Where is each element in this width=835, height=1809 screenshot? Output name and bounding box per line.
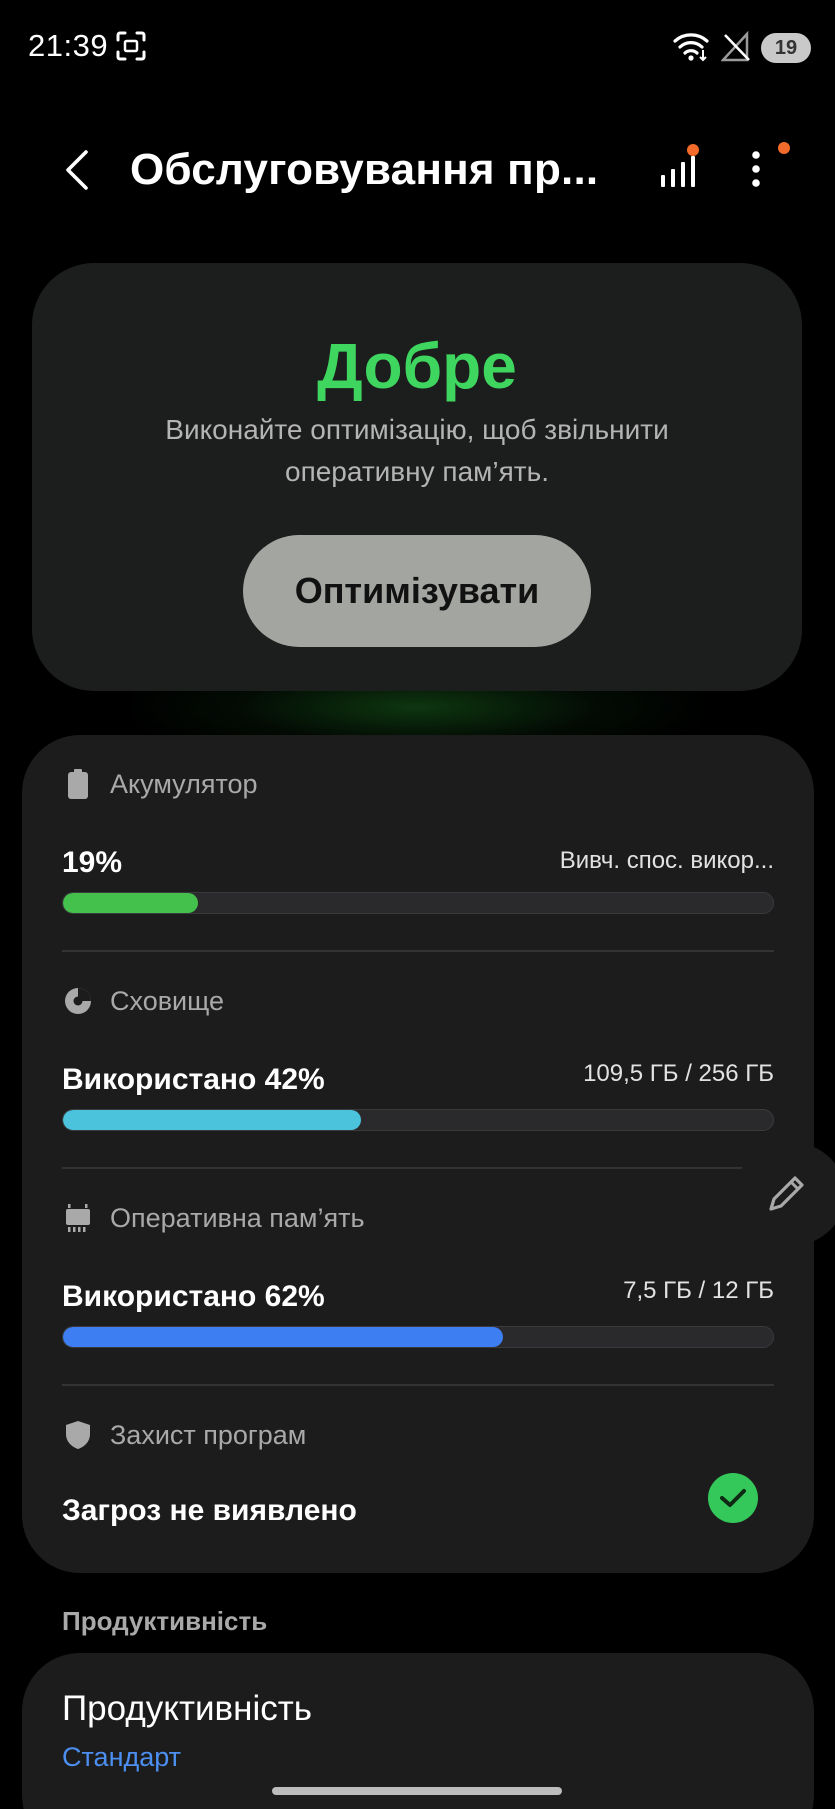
battery-progress-bar xyxy=(62,892,774,914)
battery-usage-text: Вивч. спос. викор... xyxy=(559,847,774,874)
notification-dot xyxy=(687,144,699,156)
battery-icon: 19 xyxy=(761,33,811,63)
device-care-screen: 21:39 19 Обслуговування пр... Добре Вико… xyxy=(0,0,835,1809)
performance-title: Продуктивність xyxy=(62,1689,312,1728)
storage-amount: 109,5 ГБ / 256 ГБ xyxy=(583,1060,774,1087)
status-bar: 21:39 19 xyxy=(0,0,835,96)
status-time: 21:39 xyxy=(28,28,109,63)
device-stats-card: Акумулятор 19% Вивч. спос. викор... Схов… xyxy=(22,735,814,1573)
battery-icon xyxy=(62,768,94,800)
check-icon xyxy=(708,1473,758,1523)
memory-chip-icon xyxy=(62,1202,94,1234)
storage-header: Сховище xyxy=(62,985,224,1017)
wifi-icon xyxy=(673,30,711,67)
ram-amount: 7,5 ГБ / 12 ГБ xyxy=(623,1277,774,1304)
back-icon xyxy=(66,150,88,190)
notification-dot xyxy=(778,142,790,154)
device-status: Добре xyxy=(317,330,517,402)
app-protection-title: Захист програм xyxy=(110,1419,307,1450)
page-title: Обслуговування пр... xyxy=(130,145,599,194)
ram-section[interactable]: Оперативна пам’ять Використано 62% 7,5 Г… xyxy=(22,1169,814,1385)
status-description: Виконайте оптимізацію, щоб звільнити опе… xyxy=(165,414,669,487)
battery-title: Акумулятор xyxy=(110,768,258,799)
battery-section[interactable]: Акумулятор 19% Вивч. спос. викор... xyxy=(22,735,814,951)
performance-card[interactable]: Продуктивність Стандарт xyxy=(22,1653,814,1809)
toolbar: Обслуговування пр... xyxy=(0,125,835,215)
storage-progress-bar xyxy=(62,1109,774,1131)
optimize-button[interactable]: Оптимізувати xyxy=(243,535,591,647)
performance-mode: Стандарт xyxy=(62,1742,182,1772)
app-protection-section[interactable]: Захист програм Загроз не виявлено xyxy=(22,1386,814,1573)
no-signal-icon xyxy=(720,30,751,67)
app-protection-header: Захист програм xyxy=(62,1419,306,1451)
edit-button[interactable] xyxy=(735,1143,835,1245)
storage-title: Сховище xyxy=(110,985,225,1016)
back-button[interactable] xyxy=(50,143,104,197)
shield-icon xyxy=(62,1419,94,1451)
more-vert-icon xyxy=(752,151,760,187)
storage-used: Використано 42% xyxy=(62,1063,325,1096)
battery-progress-fill xyxy=(63,893,198,913)
ram-header: Оперативна пам’ять xyxy=(62,1202,365,1234)
home-indicator[interactable] xyxy=(272,1787,562,1795)
battery-header: Акумулятор xyxy=(62,768,258,800)
ram-used: Використано 62% xyxy=(62,1280,325,1313)
pie-chart-icon xyxy=(62,985,94,1017)
screenshot-icon xyxy=(116,31,146,61)
performance-section-heading: Продуктивність xyxy=(62,1606,268,1636)
threat-status: Загроз не виявлено xyxy=(62,1494,357,1527)
ram-title: Оперативна пам’ять xyxy=(110,1202,365,1233)
ram-progress-bar xyxy=(62,1326,774,1348)
storage-section[interactable]: Сховище Використано 42% 109,5 ГБ / 256 Г… xyxy=(22,952,814,1168)
more-options-button[interactable] xyxy=(728,141,790,197)
battery-value: 19% xyxy=(62,846,123,879)
statistics-button[interactable] xyxy=(650,141,706,197)
status-card: Добре Виконайте оптимізацію, щоб звільни… xyxy=(32,263,802,691)
storage-progress-fill xyxy=(63,1110,362,1130)
ram-progress-fill xyxy=(63,1327,504,1347)
status-icons: 19 xyxy=(673,28,811,68)
pencil-icon xyxy=(769,1176,804,1211)
